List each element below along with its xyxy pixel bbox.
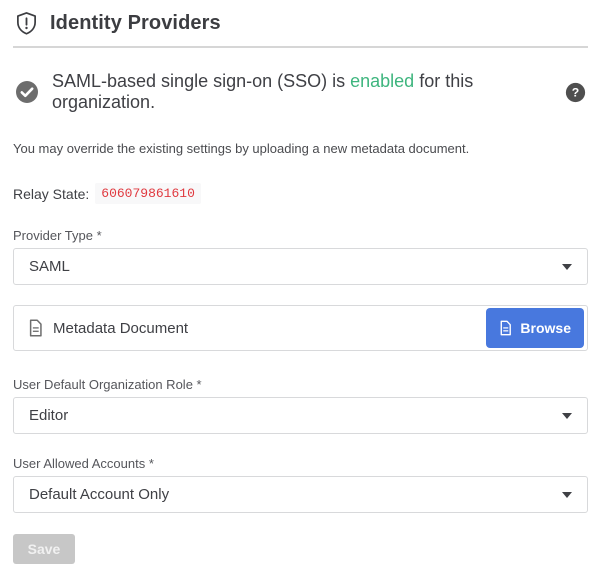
metadata-upload-field[interactable]: Metadata Document Browse	[13, 305, 588, 351]
file-document-icon	[28, 319, 43, 337]
allowed-accounts-label: User Allowed Accounts *	[13, 456, 588, 471]
relay-state-label: Relay State:	[13, 186, 89, 202]
file-document-icon	[499, 320, 512, 336]
provider-type-value: SAML	[29, 258, 70, 275]
save-button[interactable]: Save	[13, 534, 75, 564]
override-description: You may override the existing settings b…	[13, 141, 588, 156]
shield-exclamation-icon	[15, 11, 38, 36]
browse-button-label: Browse	[520, 320, 571, 336]
status-text-before: SAML-based single sign-on (SSO) is	[52, 71, 350, 91]
check-circle-icon	[15, 80, 39, 104]
default-role-label: User Default Organization Role *	[13, 377, 588, 392]
sso-status-text: SAML-based single sign-on (SSO) is enabl…	[52, 71, 552, 113]
default-role-group: User Default Organization Role * Editor	[13, 377, 588, 434]
browse-button[interactable]: Browse	[486, 308, 584, 348]
page-header: Identity Providers	[13, 0, 588, 48]
allowed-accounts-select[interactable]: Default Account Only	[13, 476, 588, 513]
provider-type-group: Provider Type * SAML	[13, 228, 588, 285]
relay-state-row: Relay State: 606079861610	[13, 183, 588, 204]
chevron-down-icon	[562, 264, 572, 270]
sso-status-row: SAML-based single sign-on (SSO) is enabl…	[13, 71, 588, 113]
svg-text:?: ?	[572, 85, 579, 99]
relay-state-value: 606079861610	[95, 183, 201, 204]
page-title: Identity Providers	[50, 12, 221, 35]
default-role-value: Editor	[29, 407, 68, 424]
identity-providers-page: Identity Providers SAML-based single sig…	[0, 0, 600, 564]
sso-enabled-highlight: enabled	[350, 71, 414, 91]
provider-type-label: Provider Type *	[13, 228, 588, 243]
chevron-down-icon	[562, 492, 572, 498]
default-role-select[interactable]: Editor	[13, 397, 588, 434]
provider-type-select[interactable]: SAML	[13, 248, 588, 285]
allowed-accounts-value: Default Account Only	[29, 486, 169, 503]
chevron-down-icon	[562, 413, 572, 419]
question-circle-icon[interactable]: ?	[565, 82, 586, 103]
metadata-placeholder: Metadata Document	[53, 320, 188, 337]
allowed-accounts-group: User Allowed Accounts * Default Account …	[13, 456, 588, 513]
